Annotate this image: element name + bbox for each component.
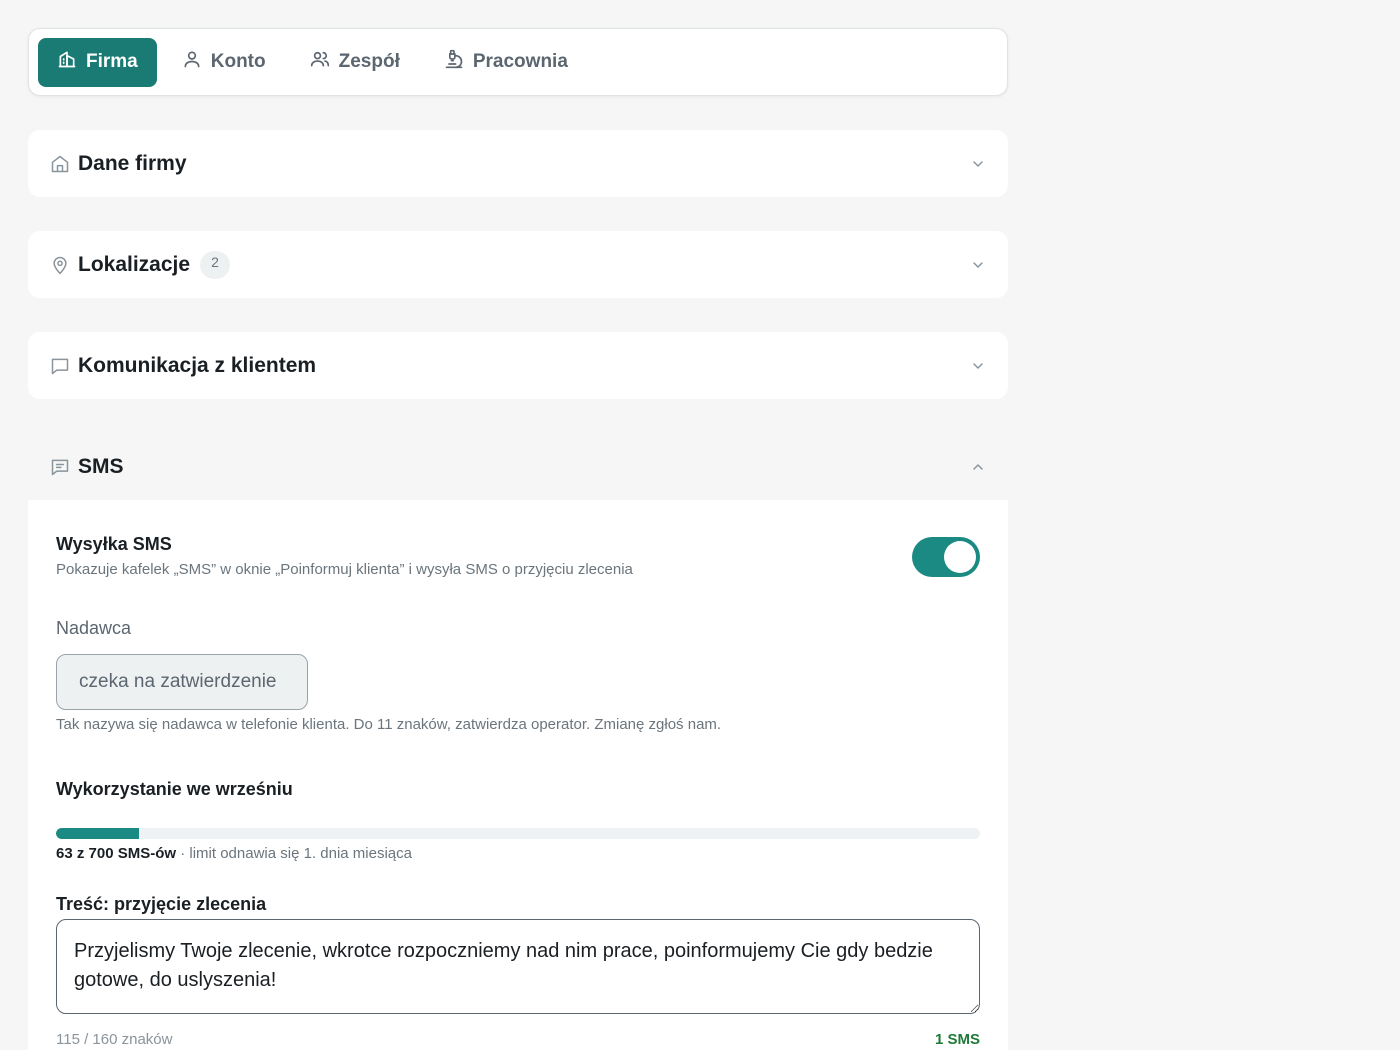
usage-progress-fill xyxy=(56,828,140,839)
home-icon xyxy=(50,154,70,174)
chevron-down-icon xyxy=(970,156,986,172)
sms-sending-row: Wysyłka SMS Pokazuje kafelek „SMS” w okn… xyxy=(56,534,980,578)
section-komunikacja[interactable]: Komunikacja z klientem xyxy=(28,332,1008,399)
tab-pracownia[interactable]: Pracownia xyxy=(425,38,587,87)
settings-page: Firma Konto Zespół Pracownia Dane firmy xyxy=(28,28,1008,1050)
user-icon xyxy=(182,49,202,75)
usage-count: 63 z 700 SMS-ów xyxy=(56,845,177,862)
sms-count: 1 SMS xyxy=(934,1031,980,1048)
section-title: Komunikacja z klientem xyxy=(78,353,317,377)
section-title: Dane firmy xyxy=(78,151,187,175)
tab-label: Konto xyxy=(210,51,266,72)
chevron-down-icon xyxy=(970,358,986,374)
usage-note: · limit odnawia się 1. dnia miesiąca xyxy=(176,845,412,862)
sms-sending-toggle[interactable] xyxy=(912,537,980,577)
chevron-up-icon xyxy=(970,459,986,475)
content-title: Treść: przyjęcie zlecenia xyxy=(56,894,267,914)
chevron-down-icon xyxy=(970,257,986,273)
section-sms[interactable]: SMS xyxy=(28,433,1008,500)
chat-bubble-icon xyxy=(50,356,70,376)
section-lokalizacje[interactable]: Lokalizacje 2 xyxy=(28,231,1008,298)
usage-title: Wykorzystanie we wrześniu xyxy=(56,779,293,799)
tab-label: Zespół xyxy=(338,51,400,72)
sms-sending-label: Wysyłka SMS xyxy=(56,534,172,554)
message-icon xyxy=(50,457,70,477)
char-count: 115 / 160 znaków xyxy=(56,1031,173,1048)
usage-summary: 63 z 700 SMS-ów · limit odnawia się 1. d… xyxy=(56,845,980,862)
map-pin-icon xyxy=(50,255,70,275)
sender-input[interactable] xyxy=(56,654,308,710)
sms-sending-description: Pokazuje kafelek „SMS” w oknie „Poinform… xyxy=(56,561,633,578)
usage-progress-bar xyxy=(56,828,980,839)
microscope-icon xyxy=(444,49,464,75)
tab-konto[interactable]: Konto xyxy=(163,38,285,87)
users-icon xyxy=(310,49,330,75)
settings-tabs: Firma Konto Zespół Pracownia xyxy=(28,28,1008,96)
tab-label: Pracownia xyxy=(472,51,568,72)
tab-zespol[interactable]: Zespół xyxy=(291,38,419,87)
building-icon xyxy=(57,49,77,75)
tab-label: Firma xyxy=(86,51,138,72)
content-footer: 115 / 160 znaków 1 SMS xyxy=(56,1031,980,1048)
tab-firma[interactable]: Firma xyxy=(38,37,157,87)
count-badge: 2 xyxy=(200,250,231,279)
sender-hint: Tak nazywa się nadawca w telefonie klien… xyxy=(56,716,722,733)
section-title: SMS xyxy=(78,454,124,478)
sms-content-textarea[interactable] xyxy=(56,919,980,1014)
section-title: Lokalizacje xyxy=(78,252,191,276)
sms-settings-panel: Wysyłka SMS Pokazuje kafelek „SMS” w okn… xyxy=(28,500,1008,1050)
toggle-knob xyxy=(944,541,976,573)
sender-label: Nadawca xyxy=(56,618,132,638)
section-dane-firmy[interactable]: Dane firmy xyxy=(28,130,1008,197)
